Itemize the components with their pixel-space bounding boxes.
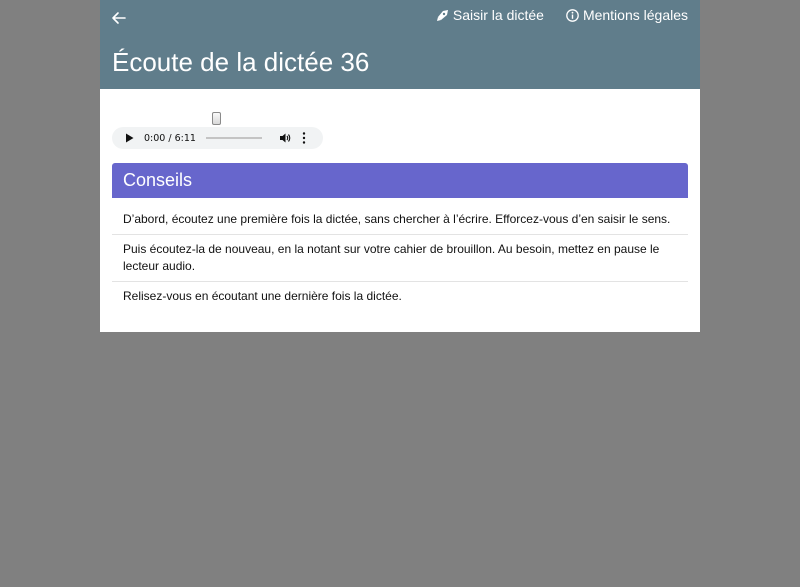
legal-notice-label: Mentions légales (582, 7, 688, 23)
volume-icon[interactable] (279, 132, 291, 144)
tip-item: Relisez-vous en écoutant une dernière fo… (123, 289, 402, 303)
write-dictation-link[interactable]: Saisir la dictée (436, 6, 544, 24)
back-button[interactable] (110, 9, 128, 27)
more-vertical-icon[interactable] (302, 132, 306, 144)
app-container: Saisir la dictée Mentions légales Écoute… (100, 0, 700, 332)
info-circle-icon (566, 8, 579, 22)
audio-progress-bar[interactable] (205, 137, 262, 139)
app-header: Saisir la dictée Mentions légales Écoute… (100, 0, 700, 89)
tips-list: D’abord, écoutez une première fois la di… (112, 205, 688, 311)
tips-heading: Conseils (112, 163, 688, 198)
write-dictation-label: Saisir la dictée (452, 7, 544, 23)
audio-player[interactable]: 0:00 / 6:11 (112, 127, 323, 149)
arrow-left-icon (112, 12, 126, 24)
page-title: Écoute de la dictée 36 (112, 47, 370, 77)
drag-handle[interactable] (212, 112, 221, 125)
top-nav: Saisir la dictée Mentions légales (436, 6, 688, 24)
play-icon[interactable] (125, 133, 134, 143)
tip-item: D’abord, écoutez une première fois la di… (112, 205, 688, 235)
pen-nib-icon (436, 9, 448, 21)
legal-notice-link[interactable]: Mentions légales (566, 6, 688, 24)
audio-time: 0:00 / 6:11 (144, 132, 196, 144)
tip-item: Puis écoutez-la de nouveau, en la notant… (112, 235, 688, 282)
